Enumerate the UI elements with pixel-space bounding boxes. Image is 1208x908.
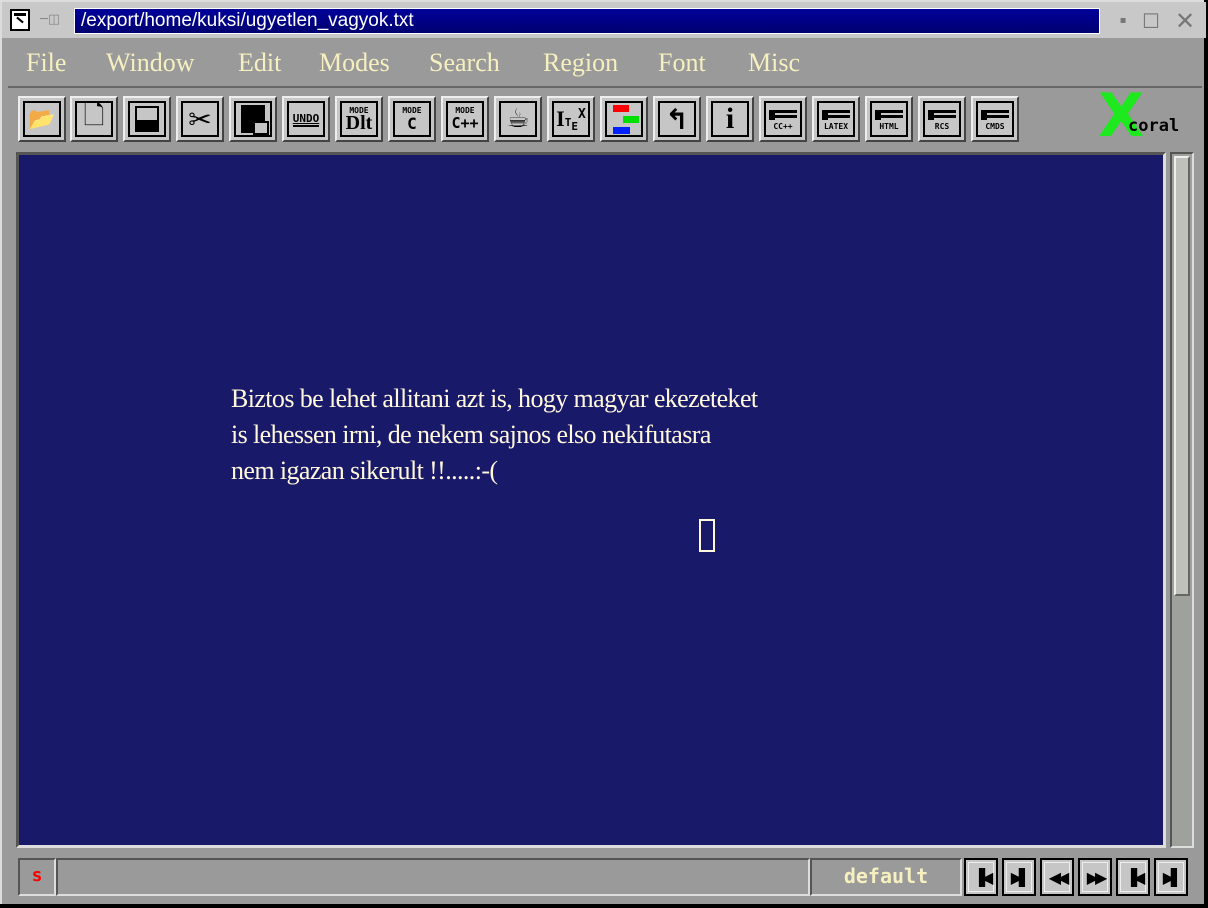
rewind-button[interactable]: ◀◀: [1040, 858, 1074, 896]
menu-window[interactable]: Window: [106, 46, 195, 80]
hammer-icon: [875, 108, 903, 120]
previous-button[interactable]: ▐◀: [1116, 858, 1150, 896]
make-rcs-label: RCS: [934, 121, 950, 131]
text-line: is lehessen irni, de nekem sajnos elso n…: [231, 420, 711, 449]
fast-forward-icon: ▶▶: [1082, 862, 1108, 892]
toolbar: 📂 🗋 ✂ UNDO MODE Dlt MODE C MODE C++ ☕ ITEX …: [8, 86, 1202, 148]
logo-text: coral: [1128, 116, 1180, 136]
menu-bar: File Window Edit Modes Search Region Fon…: [8, 40, 1202, 88]
scissors-icon: ✂: [188, 102, 212, 136]
skip-next-icon: ▶▌: [1006, 862, 1032, 892]
undo-icon: UNDO: [292, 111, 320, 127]
clipboard-icon: [241, 105, 269, 135]
colors-button[interactable]: [600, 96, 648, 142]
text-line: nem igazan sikerult !!.....:-(: [231, 456, 498, 485]
latex-icon: ITEX: [556, 106, 586, 133]
rewind-icon: ◀◀: [1044, 862, 1070, 892]
make-latex-button[interactable]: LATEX: [812, 96, 860, 142]
hammer-icon: [981, 108, 1009, 120]
text-cursor: [699, 519, 715, 552]
paste-button[interactable]: [229, 96, 277, 142]
menu-modes[interactable]: Modes: [319, 46, 390, 80]
window-title: /export/home/kuksi/ugyetlen_vagyok.txt: [74, 8, 1100, 34]
java-mode-button[interactable]: ☕: [494, 96, 542, 142]
mode-c-button[interactable]: MODE C: [388, 96, 436, 142]
color-bars-icon: [613, 103, 641, 135]
make-html-button[interactable]: HTML: [865, 96, 913, 142]
mode-cpp-button[interactable]: MODE C++: [441, 96, 489, 142]
title-bar: ─◫ /export/home/kuksi/ugyetlen_vagyok.tx…: [2, 2, 1206, 38]
mode-dlt-button[interactable]: MODE Dlt: [335, 96, 383, 142]
menu-region[interactable]: Region: [543, 46, 618, 80]
latex-mode-button[interactable]: ITEX: [547, 96, 595, 142]
xcoral-app-icon[interactable]: [10, 9, 30, 31]
save-file-button[interactable]: [123, 96, 171, 142]
hammer-icon: [822, 108, 850, 120]
menu-misc[interactable]: Misc: [748, 46, 800, 80]
undo-button[interactable]: UNDO: [282, 96, 330, 142]
floppy-disk-icon: [135, 106, 159, 132]
mode-cpp-icon: C++: [451, 114, 479, 132]
mode-indicator: default: [810, 858, 962, 896]
xcoral-logo: X coral: [1098, 86, 1198, 148]
menu-search[interactable]: Search: [429, 46, 500, 80]
hammer-icon: [928, 108, 956, 120]
open-folder-icon: 📂: [28, 106, 56, 132]
application-window: ─◫ /export/home/kuksi/ugyetlen_vagyok.tx…: [0, 0, 1206, 904]
vertical-scrollbar[interactable]: [1170, 152, 1194, 848]
skip-first-icon: ▐◀: [968, 862, 994, 892]
previous-icon: ▐◀: [1120, 862, 1146, 892]
next-icon: ▶▌: [1158, 862, 1184, 892]
make-latex-label: LATEX: [823, 121, 849, 131]
new-file-button[interactable]: 🗋: [70, 96, 118, 142]
hammer-icon: [769, 108, 797, 120]
fast-forward-button[interactable]: ▶▶: [1078, 858, 1112, 896]
make-cmds-button[interactable]: CMDS: [971, 96, 1019, 142]
mode-dlt-icon: Dlt: [345, 112, 373, 134]
go-back-button[interactable]: ↰: [653, 96, 701, 142]
info-icon: i: [725, 102, 735, 135]
close-button[interactable]: ✕: [1174, 9, 1196, 33]
return-arrow-icon: ↰: [665, 102, 689, 136]
make-html-label: HTML: [879, 121, 899, 131]
make-cc-button[interactable]: CC++: [759, 96, 807, 142]
menu-edit[interactable]: Edit: [238, 46, 281, 80]
pin-icon[interactable]: ─◫: [40, 13, 66, 27]
cut-button[interactable]: ✂: [176, 96, 224, 142]
text-editor-area[interactable]: Biztos be lehet allitani azt is, hogy ma…: [16, 152, 1166, 848]
message-area: [56, 858, 810, 896]
menu-file[interactable]: File: [26, 46, 66, 80]
make-cmds-label: CMDS: [985, 121, 1005, 131]
new-file-icon: 🗋: [83, 101, 105, 131]
menu-font[interactable]: Font: [658, 46, 706, 80]
open-file-button[interactable]: 📂: [18, 96, 66, 142]
status-bar: s default ▐◀ ▶▌ ◀◀ ▶▶ ▐◀ ▶▌: [16, 856, 1196, 900]
minimize-button[interactable]: ▪: [1112, 10, 1134, 32]
next-button[interactable]: ▶▌: [1154, 858, 1188, 896]
first-window-button[interactable]: ▐◀: [964, 858, 998, 896]
scrollbar-thumb[interactable]: [1174, 156, 1190, 596]
coffee-cup-icon: ☕: [506, 104, 530, 134]
text-line: Biztos be lehet allitani azt is, hogy ma…: [231, 384, 758, 413]
info-button[interactable]: i: [706, 96, 754, 142]
editor-text[interactable]: Biztos be lehet allitani azt is, hogy ma…: [231, 381, 758, 489]
modified-indicator: s: [18, 858, 56, 896]
make-cc-label: CC++: [773, 121, 793, 131]
maximize-button[interactable]: ☐: [1140, 10, 1162, 32]
next-window-button[interactable]: ▶▌: [1002, 858, 1036, 896]
make-rcs-button[interactable]: RCS: [918, 96, 966, 142]
mode-c-icon: C: [407, 114, 417, 133]
